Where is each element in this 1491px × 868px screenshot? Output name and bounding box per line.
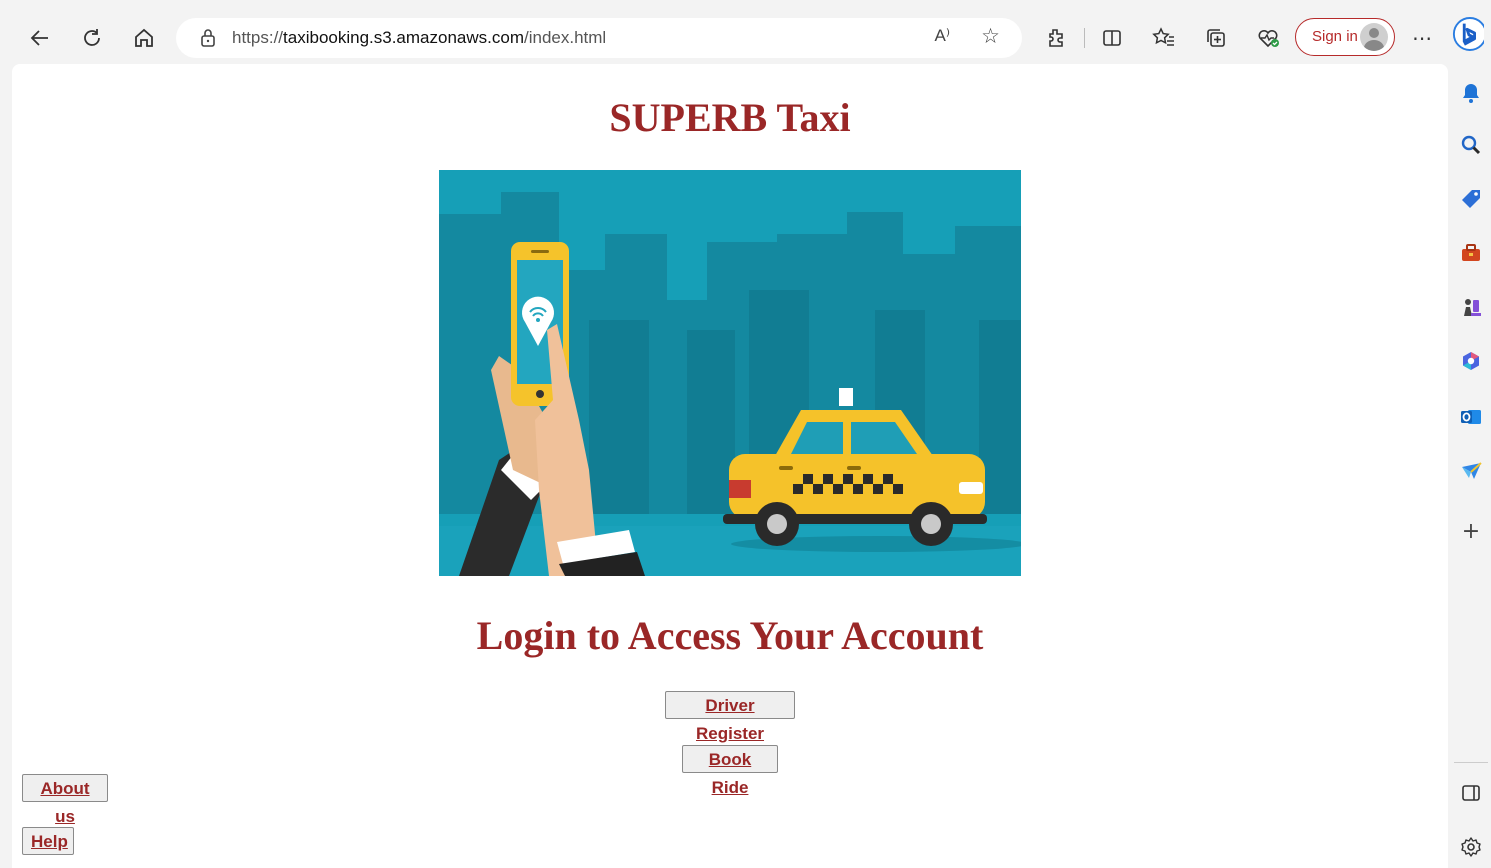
search-icon[interactable] (1458, 132, 1484, 158)
more-options-icon[interactable]: ⋯ (1406, 22, 1438, 54)
book-ride-button[interactable]: Book Ride (682, 745, 778, 797)
browser-essentials-icon[interactable] (1252, 22, 1284, 54)
address-bar[interactable]: https://taxibooking.s3.amazonaws.com/ind… (176, 18, 1022, 58)
taxi-booking-hero-image (439, 170, 1021, 576)
url-host: taxibooking.s3.amazonaws.com (283, 28, 524, 47)
hide-sidebar-icon[interactable] (1458, 780, 1484, 806)
settings-gear-icon[interactable] (1458, 834, 1484, 860)
profile-avatar-icon (1360, 23, 1388, 51)
microsoft-365-icon[interactable] (1458, 348, 1484, 374)
outlook-icon[interactable] (1458, 404, 1484, 430)
site-title: SUPERB Taxi (609, 95, 851, 140)
split-screen-icon[interactable] (1096, 22, 1128, 54)
toolbar-divider (1084, 28, 1085, 48)
login-heading: Login to Access Your Account (476, 613, 984, 658)
bing-copilot-icon[interactable] (1452, 17, 1484, 51)
favorite-star-icon[interactable]: ☆ (981, 24, 1000, 48)
back-arrow-icon[interactable] (24, 22, 56, 54)
home-icon[interactable] (128, 22, 160, 54)
sign-in-button[interactable]: Sign in (1295, 18, 1395, 56)
tools-briefcase-icon[interactable] (1458, 240, 1484, 266)
send-telegram-icon[interactable] (1458, 458, 1484, 484)
shopping-tag-icon[interactable] (1458, 186, 1484, 212)
url-text[interactable]: https://taxibooking.s3.amazonaws.com/ind… (232, 28, 606, 48)
collections-icon[interactable] (1200, 22, 1232, 54)
about-us-button[interactable]: About us (22, 774, 108, 826)
driver-register-button[interactable]: Driver Register (665, 691, 795, 743)
url-scheme: https:// (232, 28, 284, 47)
extensions-icon[interactable] (1040, 22, 1072, 54)
sign-in-label: Sign in (1312, 28, 1358, 45)
refresh-icon[interactable] (76, 22, 108, 54)
favorites-icon[interactable] (1148, 22, 1180, 54)
sidebar-divider (1454, 762, 1488, 763)
games-chess-icon[interactable] (1458, 294, 1484, 320)
notifications-bell-icon[interactable] (1458, 80, 1484, 106)
web-page: SUPERB Taxi Login to Access Your Account… (12, 64, 1448, 868)
lock-icon[interactable] (196, 26, 220, 50)
browser-sidebar: + (1450, 68, 1491, 868)
help-button[interactable]: Help (22, 827, 74, 855)
browser-toolbar: https://taxibooking.s3.amazonaws.com/ind… (0, 0, 1491, 68)
add-plus-icon[interactable]: + (1458, 518, 1484, 544)
read-aloud-icon[interactable]: A⁾ (934, 26, 950, 46)
url-path: /index.html (524, 28, 607, 47)
